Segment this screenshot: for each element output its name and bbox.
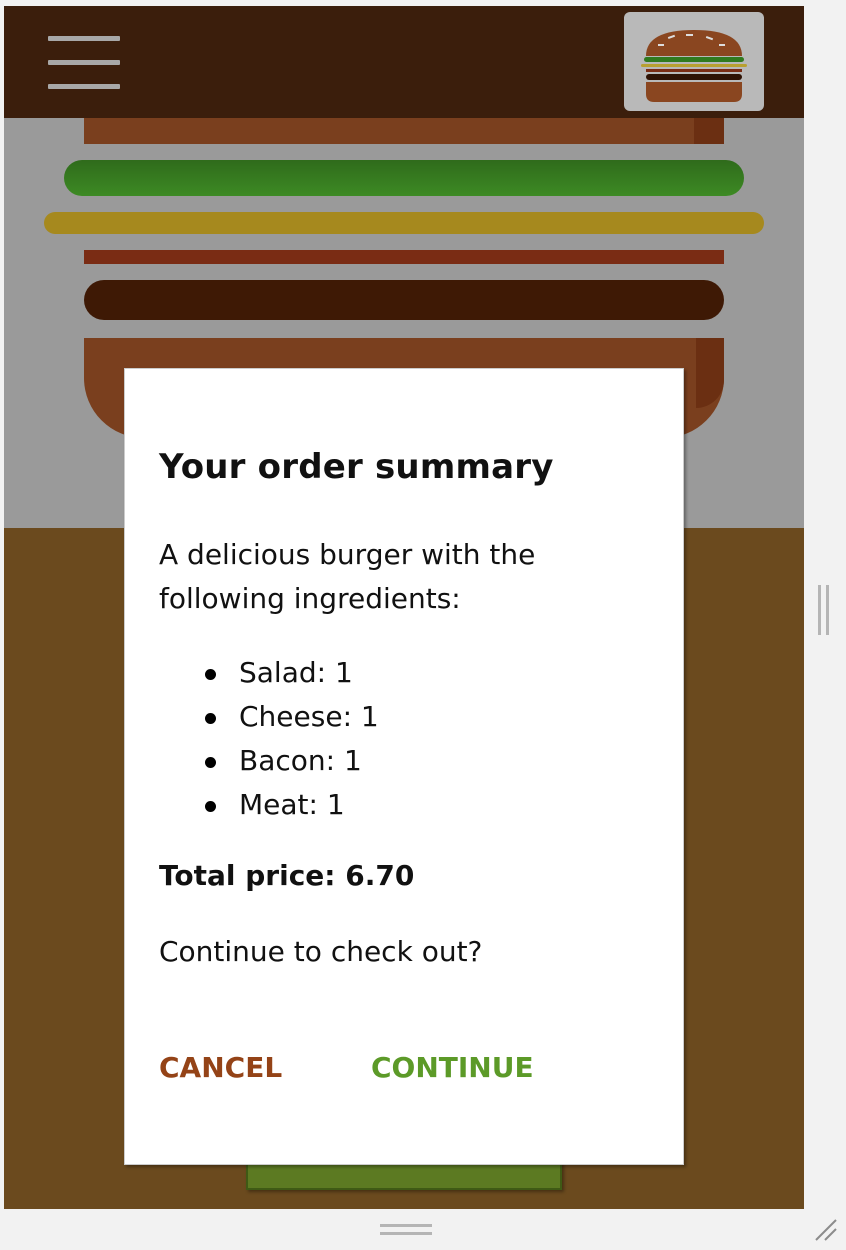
list-item: Cheese: 1 [205, 695, 379, 739]
total-price: Total price: 6.70 [159, 859, 415, 892]
modal-description: A delicious burger with the following in… [159, 538, 536, 615]
continue-button[interactable]: CONTINUE [371, 1051, 534, 1084]
order-summary-modal: Your order summary A delicious burger wi… [124, 368, 684, 1165]
cheese-layer [44, 212, 764, 234]
checkout-question: Continue to check out? [159, 935, 483, 968]
toolbar [4, 6, 804, 118]
modal-title: Your order summary [159, 447, 554, 487]
list-item: Bacon: 1 [205, 739, 379, 783]
list-item: Salad: 1 [205, 651, 379, 695]
horizontal-resize-handle[interactable] [380, 1224, 432, 1238]
app-viewport: Your order summary A delicious burger wi… [4, 6, 804, 1209]
hamburger-menu-icon[interactable] [48, 36, 120, 90]
ingredient-list: Salad: 1 Cheese: 1 Bacon: 1 Meat: 1 [205, 651, 379, 827]
cancel-button[interactable]: CANCEL [159, 1051, 282, 1084]
resize-grip-icon[interactable] [812, 1216, 838, 1242]
bacon-layer [84, 250, 724, 264]
bread-top-layer [84, 118, 724, 144]
list-item: Meat: 1 [205, 783, 379, 827]
meat-layer [84, 280, 724, 320]
burger-logo-icon [624, 12, 764, 111]
vertical-resize-handle[interactable] [818, 585, 830, 635]
salad-layer [64, 160, 744, 196]
